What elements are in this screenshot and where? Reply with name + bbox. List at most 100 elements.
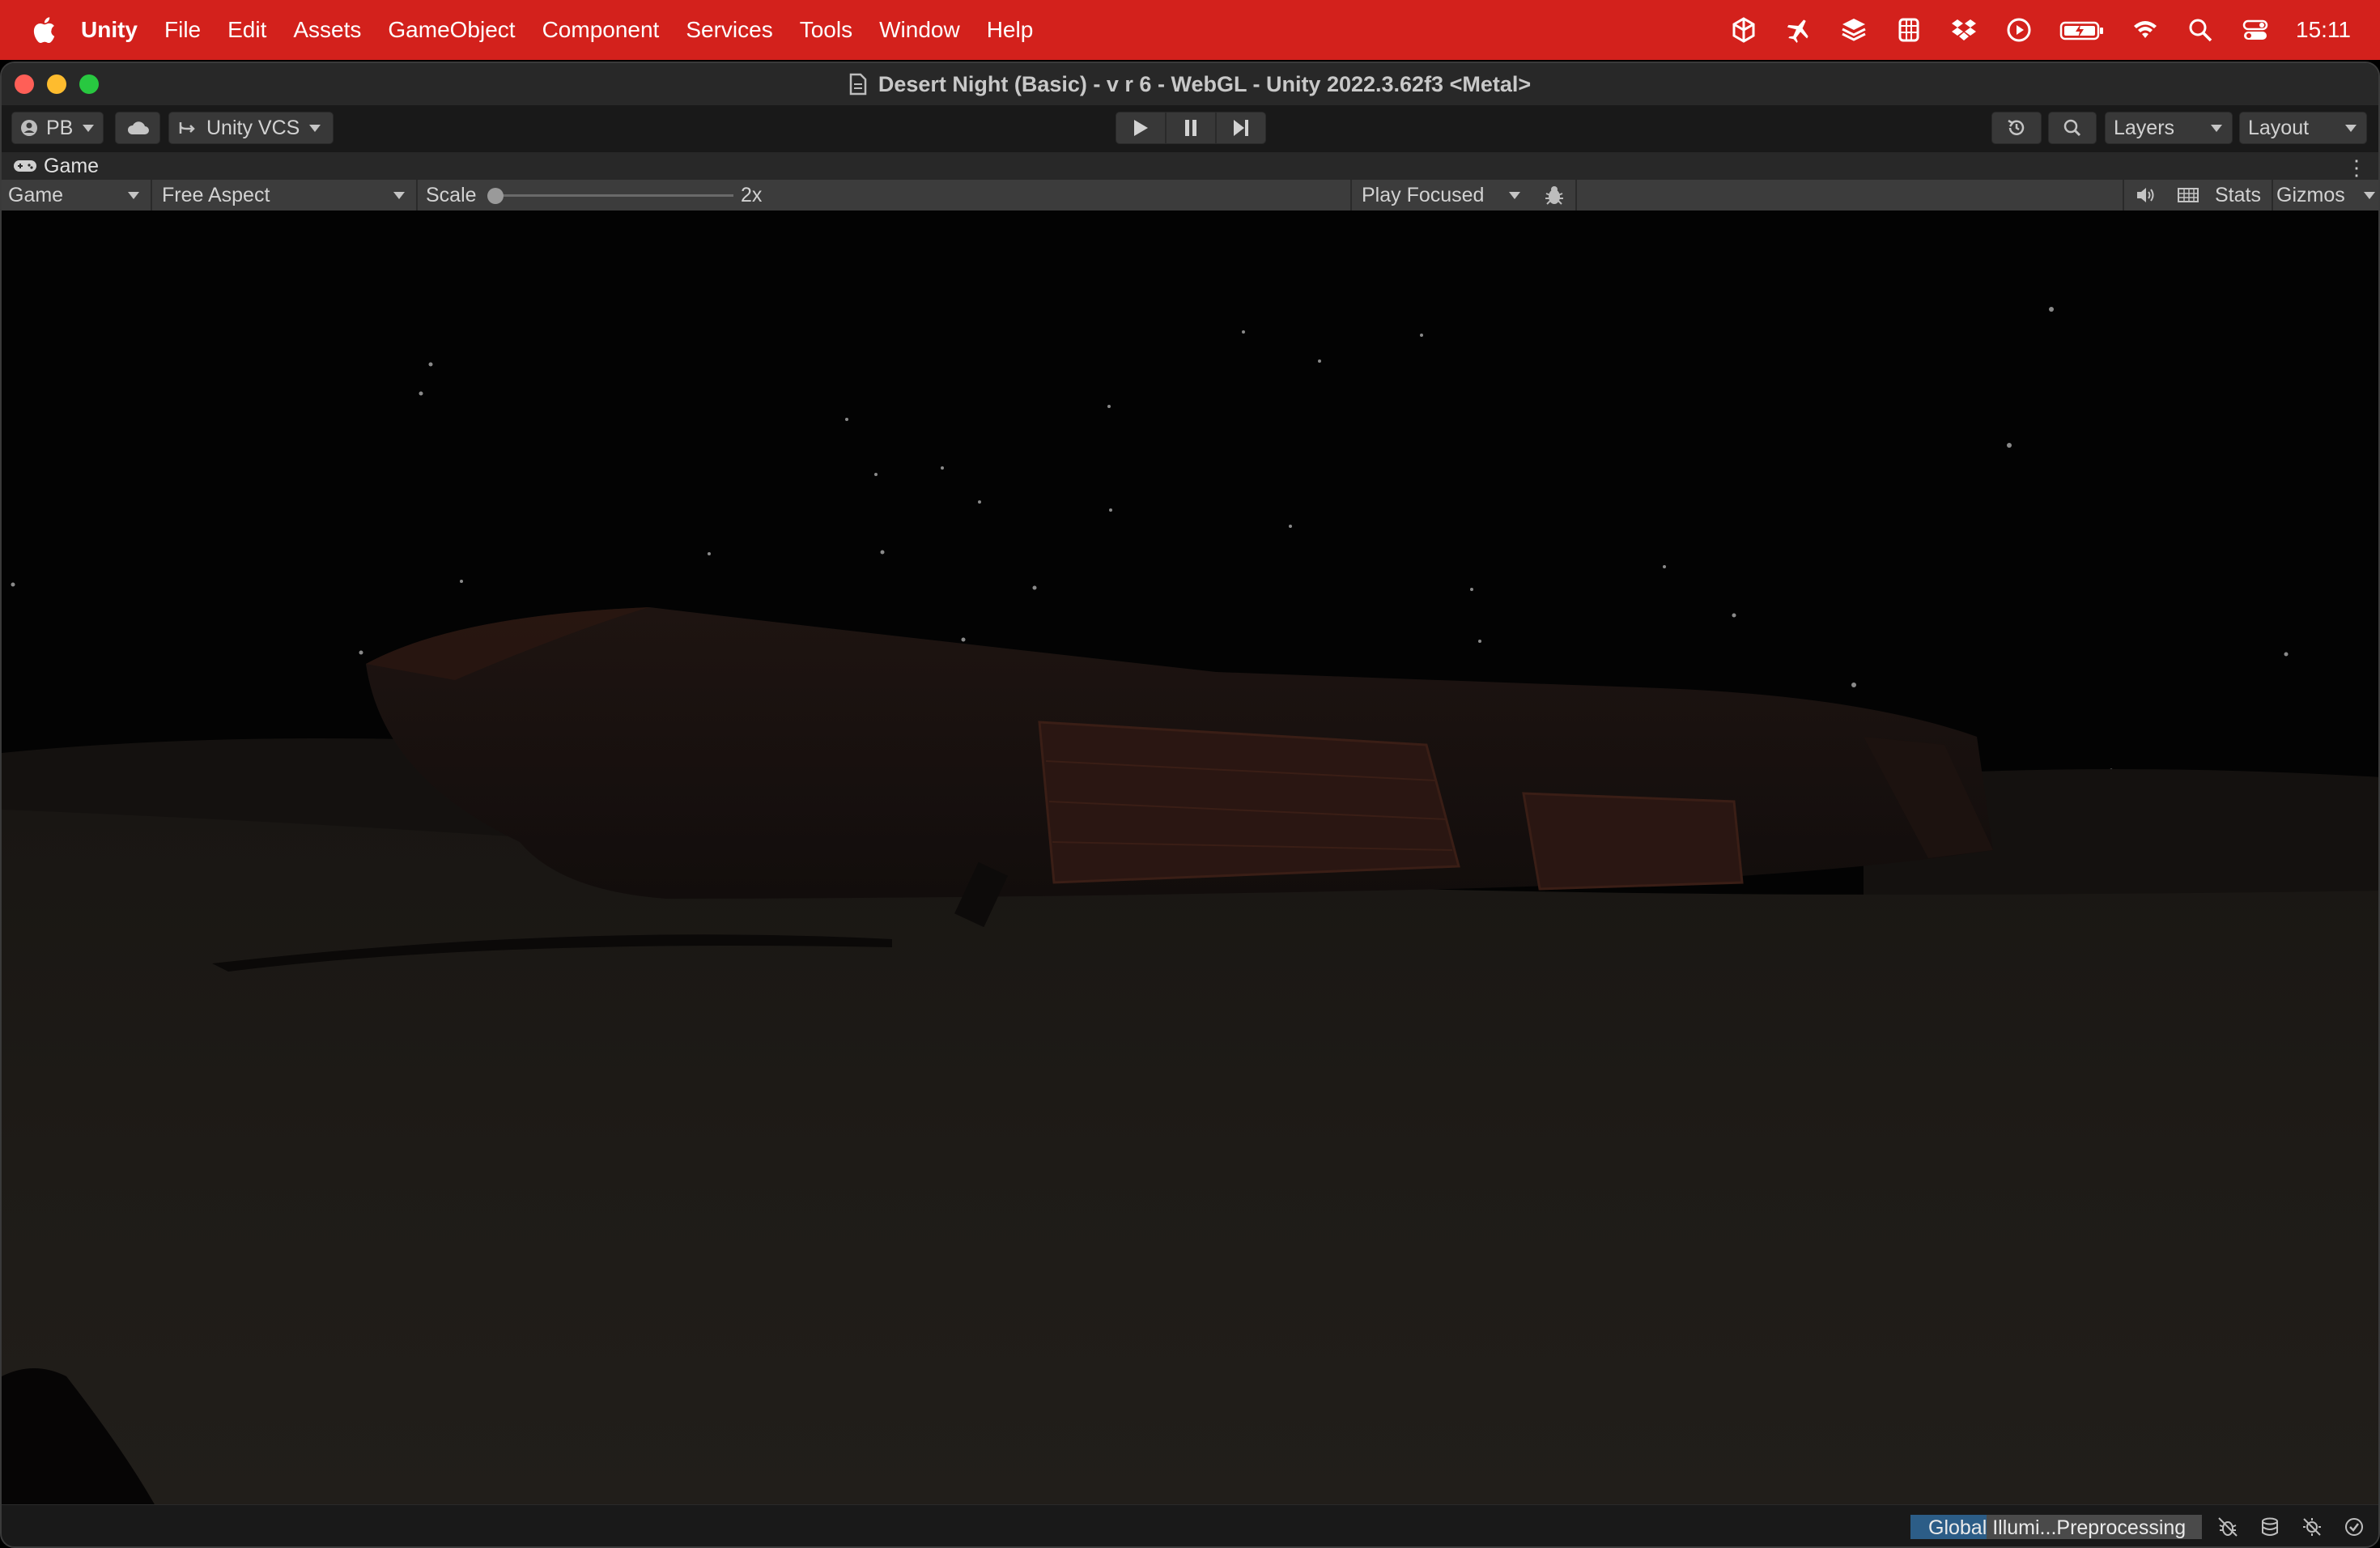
window-titlebar: Desert Night (Basic) - v r 6 - WebGL - U…: [2, 63, 2378, 105]
traffic-lights: [15, 74, 112, 94]
unity-vcs-label: Unity VCS: [206, 116, 300, 139]
chevron-down-icon: [2364, 192, 2375, 199]
cloud-icon: [127, 121, 149, 134]
menu-app-unity[interactable]: Unity: [81, 17, 138, 43]
layers-dropdown[interactable]: Layers: [2105, 112, 2233, 144]
puzzle-grid-icon[interactable]: [1894, 15, 1923, 45]
play-circle-icon[interactable]: [2004, 15, 2034, 45]
menu-window[interactable]: Window: [879, 17, 960, 43]
toolbar-divider: [2272, 180, 2273, 211]
window-title: Desert Night (Basic) - v r 6 - WebGL - U…: [849, 72, 1531, 97]
keyboard-shortcuts-button[interactable]: [2170, 180, 2207, 211]
chevron-down-icon: [2345, 124, 2357, 132]
account-icon: [21, 120, 37, 136]
wifi-icon[interactable]: [2131, 15, 2160, 45]
history-icon: [2008, 119, 2025, 135]
desert-ground: [2, 810, 2378, 1506]
frame-debugger-button[interactable]: [1536, 180, 1572, 211]
gizmos-label: Gizmos: [2276, 183, 2345, 206]
tab-game[interactable]: Game: [13, 155, 99, 178]
menu-help[interactable]: Help: [987, 17, 1034, 43]
menu-assets[interactable]: Assets: [293, 17, 361, 43]
chevron-down-icon: [1509, 192, 1520, 199]
account-dropdown[interactable]: PB: [11, 112, 104, 144]
unity-hub-icon[interactable]: [1729, 15, 1758, 45]
control-center-icon[interactable]: [2241, 15, 2270, 45]
gizmos-dropdown[interactable]: Gizmos: [2276, 180, 2378, 211]
aspect-label: Free Aspect: [162, 183, 270, 206]
progress-stage: Preprocessing: [2056, 1516, 2187, 1539]
airplane-icon[interactable]: [1784, 15, 1813, 45]
chevron-down-icon: [83, 124, 95, 132]
game-viewport[interactable]: [2, 211, 2378, 1506]
more-options-icon[interactable]: ⋮: [2346, 155, 2367, 181]
step-button[interactable]: [1216, 112, 1266, 144]
document-icon: [849, 73, 867, 96]
auto-generate-lighting-icon[interactable]: [2299, 1515, 2325, 1539]
menu-file[interactable]: File: [164, 17, 201, 43]
layout-dropdown[interactable]: Layout: [2239, 112, 2367, 144]
bug-icon: [1545, 186, 1563, 205]
step-icon: [1234, 120, 1248, 136]
menubar-clock[interactable]: 15:11: [2296, 17, 2351, 43]
debug-mode-icon[interactable]: [2215, 1515, 2241, 1539]
main-toolbar: PB Unity VCS Layers Layout: [2, 105, 2378, 152]
menubar-status-area: 15:11: [1703, 15, 2380, 45]
cloud-button[interactable]: [115, 112, 160, 144]
play-button[interactable]: [1116, 112, 1166, 144]
status-check-icon[interactable]: [2341, 1515, 2367, 1539]
display-dropdown[interactable]: Game: [2, 180, 149, 211]
playmode-controls: [1116, 112, 1266, 144]
play-mode-label: Play Focused: [1362, 183, 1485, 206]
scale-slider-handle[interactable]: [487, 188, 504, 204]
scale-value: 2x: [741, 183, 763, 206]
progress-label: Global Illumi...: [1928, 1516, 2057, 1539]
account-label: PB: [46, 116, 74, 139]
search-icon[interactable]: [2186, 15, 2215, 45]
cache-server-icon[interactable]: [2257, 1515, 2283, 1539]
mute-audio-button[interactable]: [2127, 180, 2165, 211]
keyboard-icon: [2178, 188, 2199, 202]
gamepad-icon: [14, 160, 36, 172]
play-mode-dropdown[interactable]: Play Focused: [1355, 180, 1530, 211]
menu-services[interactable]: Services: [686, 17, 772, 43]
global-illumination-progress[interactable]: Global Illumi... Preprocessing: [1910, 1515, 2202, 1539]
layout-label: Layout: [2248, 116, 2310, 139]
scale-slider-track[interactable]: [494, 194, 733, 197]
editor-status-bar: Global Illumi... Preprocessing: [2, 1504, 2378, 1546]
pause-button[interactable]: [1166, 112, 1216, 144]
menu-edit[interactable]: Edit: [227, 17, 266, 43]
toolbar-divider: [416, 180, 418, 211]
stack-icon[interactable]: [1839, 15, 1868, 45]
toolbar-divider: [1575, 180, 1577, 211]
minimize-window-button[interactable]: [47, 74, 66, 94]
search-icon: [2063, 119, 2081, 137]
game-tab-header: Game ⋮: [2, 152, 2378, 180]
menu-gameobject[interactable]: GameObject: [388, 17, 515, 43]
chevron-down-icon: [393, 192, 405, 199]
menu-tools[interactable]: Tools: [800, 17, 852, 43]
close-window-button[interactable]: [15, 74, 34, 94]
branch-icon: [179, 122, 195, 134]
dropbox-icon[interactable]: [1949, 15, 1978, 45]
stats-button[interactable]: Stats: [2215, 180, 2261, 211]
battery-icon[interactable]: [2059, 15, 2105, 45]
menu-component[interactable]: Component: [542, 17, 660, 43]
game-view-toolbar: Game Free Aspect Scale 2x Play Focused S…: [2, 180, 2378, 211]
toolbar-divider: [151, 180, 152, 211]
search-button[interactable]: [2048, 112, 2097, 144]
chevron-down-icon: [128, 192, 139, 199]
unity-vcs-dropdown[interactable]: Unity VCS: [168, 112, 334, 144]
display-label: Game: [8, 183, 64, 206]
toolbar-divider: [1350, 180, 1352, 211]
unity-editor-window: Desert Night (Basic) - v r 6 - WebGL - U…: [0, 62, 2380, 1548]
layers-label: Layers: [2114, 116, 2175, 139]
pause-icon: [1185, 120, 1196, 136]
undo-history-button[interactable]: [1991, 112, 2042, 144]
aspect-dropdown[interactable]: Free Aspect: [155, 180, 414, 211]
zoom-window-button[interactable]: [79, 74, 99, 94]
apple-icon[interactable]: [24, 16, 63, 44]
speaker-icon: [2137, 188, 2154, 202]
game-scene-render: [2, 211, 2378, 1506]
macos-menubar: Unity File Edit Assets GameObject Compon…: [0, 0, 2380, 60]
